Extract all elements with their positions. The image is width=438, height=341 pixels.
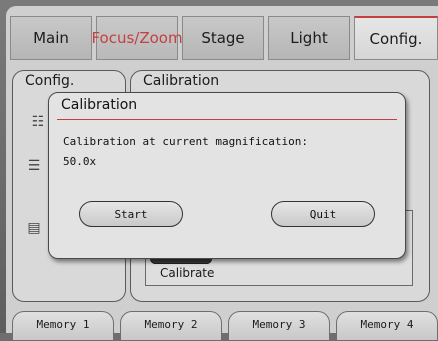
quit-button[interactable]: Quit [271,201,375,227]
dialog-title: Calibration [61,97,138,113]
magnification-value: 50.0x [63,155,97,168]
calibration-panel-label: Calibration [143,73,220,89]
tab-main[interactable]: Main [10,16,92,60]
tab-light[interactable]: Light [268,16,350,60]
calibration-dialog: Calibration Calibration at current magni… [48,92,406,259]
start-button[interactable]: Start [79,201,183,227]
dialog-divider [57,119,397,120]
tab-stage[interactable]: Stage [182,16,264,60]
tab-focus-zoom[interactable]: Focus/Zoom [91,16,183,60]
memory-tab-1[interactable]: Memory 1 [12,311,114,341]
tab-config[interactable]: Config. [354,16,438,60]
top-tab-bar: Main Focus/Zoom Stage Light Config. [10,16,438,62]
memory-tab-3[interactable]: Memory 3 [228,311,330,341]
config-panel-label: Config. [25,73,75,89]
microscope-icon[interactable]: ☷ [29,113,47,131]
document-icon[interactable]: ▤ [25,219,43,237]
memory-tab-4[interactable]: Memory 4 [336,311,438,341]
memory-tab-2[interactable]: Memory 2 [120,311,222,341]
dialog-message: Calibration at current magnification: [63,135,309,148]
list-icon[interactable]: ☰ [25,157,43,175]
calibrate-label: Calibrate [160,266,215,280]
